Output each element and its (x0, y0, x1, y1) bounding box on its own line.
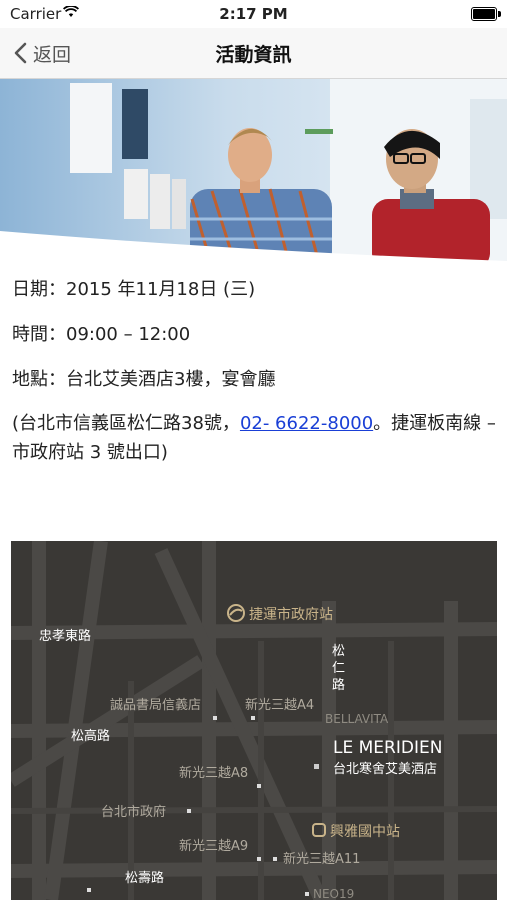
date-row: 日期：2015 年11月18日 (三) (12, 276, 496, 305)
map-label-city-hall: 台北市政府 (101, 804, 166, 820)
map-label-bus-station: 興雅國中站 (330, 824, 400, 840)
map-label-bellavita: BELLAVITA (325, 712, 389, 726)
map-label-skm-a4: 新光三越A4 (245, 697, 314, 713)
map-label-zhongxiao: 忠孝東路 (39, 628, 91, 644)
event-details: 日期：2015 年11月18日 (三) 時間：09:00 – 12:00 地點：… (12, 276, 496, 484)
time-row: 時間：09:00 – 12:00 (12, 321, 496, 350)
place-row: 地點：台北艾美酒店3樓，宴會廳 (12, 366, 496, 395)
map-label-hotel-en: LE MERIDIEN (333, 738, 442, 758)
clock: 2:17 PM (219, 5, 288, 23)
hero-image (0, 79, 507, 261)
map-label-songren-1: 松 (332, 644, 345, 659)
map-label-hotel-zh: 台北寒舍艾美酒店 (333, 761, 437, 777)
date-label: 日期： (12, 279, 66, 300)
map-label-songshou: 松壽路 (125, 870, 164, 886)
map-label-neo19: NEO19 (313, 887, 354, 900)
time-label: 時間： (12, 323, 66, 345)
map-label-skm-a8: 新光三越A8 (179, 765, 248, 781)
map-label-skm-a9: 新光三越A9 (179, 838, 248, 854)
navigation-bar: 返回 活動資訊 (0, 28, 507, 79)
page-title: 活動資訊 (215, 44, 292, 66)
address-prefix: (台北市信義區松仁路38號， (12, 413, 240, 435)
map-label-songren-2: 仁 (332, 661, 345, 676)
map-label-songgao: 松高路 (71, 728, 110, 744)
map-label-mrt: 捷運市政府站 (249, 606, 333, 623)
status-bar: Carrier 2:17 PM (0, 0, 507, 28)
address-row: (台北市信義區松仁路38號，02- 6622-8000。捷運板南線 – 市政府站… (12, 410, 496, 468)
date-value: 2015 年11月18日 (三) (66, 279, 256, 300)
map-label-songren-3: 路 (332, 677, 345, 693)
map-label-skm-a11: 新光三越A11 (283, 851, 360, 867)
time-value: 09:00 – 12:00 (66, 323, 191, 345)
phone-link[interactable]: 02- 6622-8000 (240, 413, 373, 434)
location-map[interactable]: 捷運市政府站 忠孝東路 松 仁 路 誠品書局信義店 新光三越A4 BELLAVI… (11, 541, 497, 900)
map-label-eslite: 誠品書局信義店 (110, 697, 201, 713)
battery-icon (471, 7, 501, 21)
place-label: 地點： (12, 368, 66, 390)
place-value: 台北艾美酒店3樓，宴會廳 (66, 368, 276, 390)
